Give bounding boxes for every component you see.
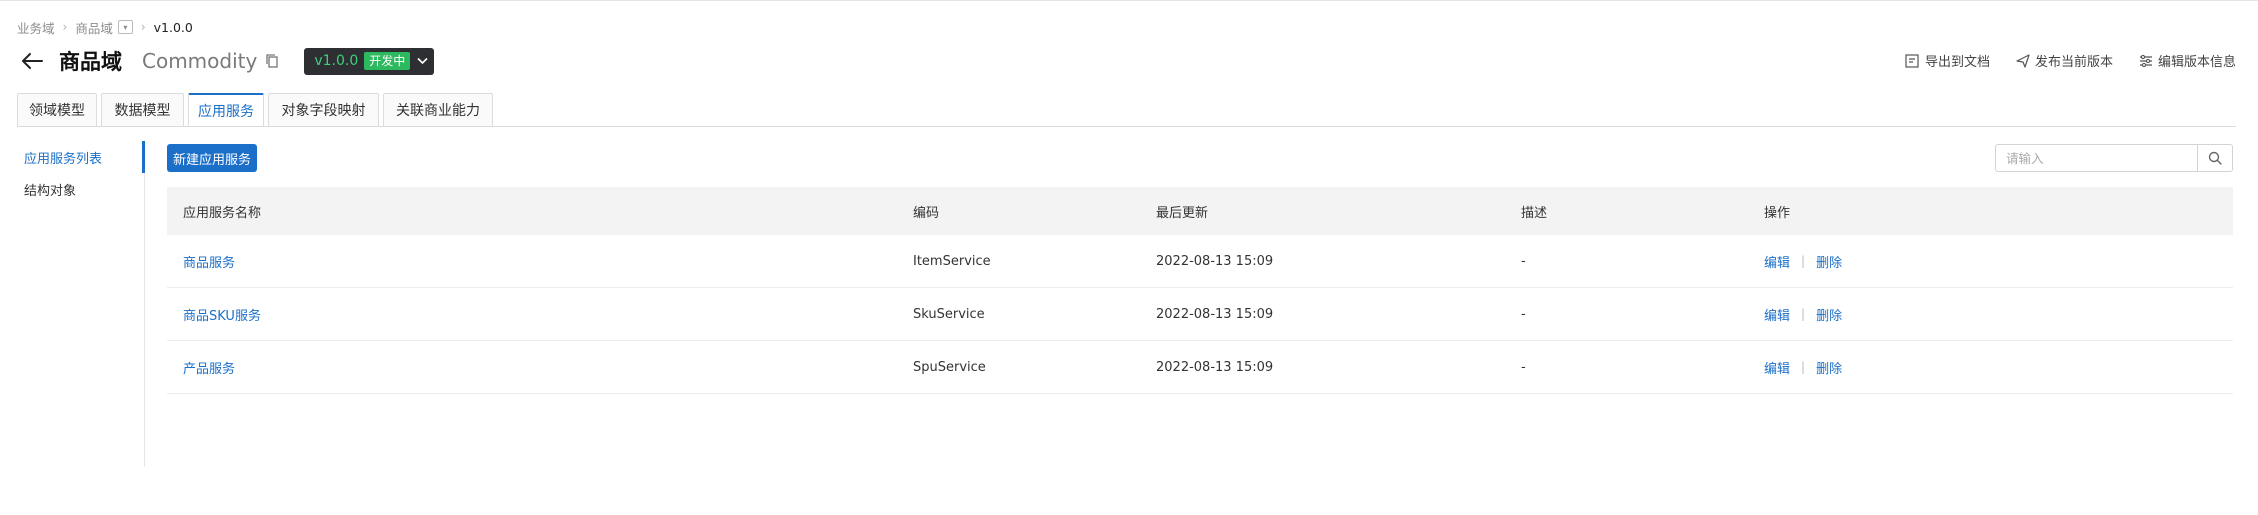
export-icon: [1905, 53, 1919, 68]
breadcrumb-separator-icon: ›: [62, 20, 68, 34]
column-header-updated: 最后更新: [1156, 205, 1209, 221]
row-actions: 编辑 | 删除: [1764, 305, 1842, 324]
service-desc: -: [1521, 253, 1526, 269]
header-actions: 导出到文档 发布当前版本 编辑版本信息: [1879, 51, 2236, 70]
table-header: 应用服务名称 编码 最后更新 描述 操作: [167, 187, 2233, 235]
action-divider: |: [1801, 254, 1806, 268]
breadcrumb-current: v1.0.0: [153, 19, 193, 35]
tab-field-mapping[interactable]: 对象字段映射: [268, 93, 379, 126]
action-divider: |: [1801, 360, 1806, 374]
edit-version-info-button[interactable]: 编辑版本信息: [2139, 51, 2236, 70]
edit-link[interactable]: 编辑: [1764, 305, 1790, 324]
back-arrow-icon[interactable]: [19, 48, 45, 74]
edit-link[interactable]: 编辑: [1764, 252, 1790, 271]
copy-icon[interactable]: [264, 53, 280, 69]
service-code: SpuService: [913, 359, 986, 375]
settings-sliders-icon: [2139, 54, 2152, 67]
edit-version-info-label: 编辑版本信息: [2157, 55, 2236, 70]
table-row: 商品SKU服务 SkuService 2022-08-13 15:09 - 编辑…: [167, 288, 2233, 341]
delete-link[interactable]: 删除: [1816, 305, 1842, 324]
page-subtitle-code: Commodity: [142, 49, 258, 73]
delete-link[interactable]: 删除: [1816, 358, 1842, 377]
app-service-table: 应用服务名称 编码 最后更新 描述 操作 商品服务 ItemService 20…: [167, 187, 2233, 394]
service-desc: -: [1521, 306, 1526, 322]
column-header-ops: 操作: [1764, 205, 1791, 221]
service-desc: -: [1521, 359, 1526, 375]
service-updated: 2022-08-13 15:09: [1156, 359, 1274, 375]
service-name-link[interactable]: 商品SKU服务: [183, 305, 261, 324]
page-title: 商品域: [59, 50, 122, 74]
search-icon[interactable]: [2197, 145, 2232, 171]
sidebar: 应用服务列表 结构对象: [0, 141, 145, 467]
export-doc-button[interactable]: 导出到文档: [1905, 51, 1990, 70]
delete-link[interactable]: 删除: [1816, 252, 1842, 271]
tab-domain-model[interactable]: 领域模型: [17, 93, 97, 126]
publish-version-label: 发布当前版本: [2034, 55, 2113, 70]
search-input[interactable]: [1996, 145, 2197, 171]
service-name-link[interactable]: 产品服务: [183, 358, 235, 377]
tab-bar: 领域模型 数据模型 应用服务 对象字段映射 关联商业能力: [17, 93, 497, 126]
service-updated: 2022-08-13 15:09: [1156, 306, 1274, 322]
page-header: 商品域 Commodity v1.0.0 开发中: [19, 44, 435, 78]
service-code: SkuService: [913, 306, 985, 322]
breadcrumb: 业务域 › 商品域 ▾ › v1.0.0: [17, 17, 193, 37]
tab-data-model[interactable]: 数据模型: [101, 93, 184, 126]
sidebar-item-struct-object[interactable]: 结构对象: [0, 173, 144, 205]
new-app-service-button[interactable]: 新建应用服务: [167, 144, 257, 172]
breadcrumb-item-business-domain[interactable]: 业务域: [17, 18, 55, 37]
table-row: 商品服务 ItemService 2022-08-13 15:09 - 编辑 |…: [167, 235, 2233, 288]
top-divider: [0, 0, 2258, 1]
action-divider: |: [1801, 307, 1806, 321]
send-icon: [2016, 53, 2030, 68]
column-header-desc: 描述: [1521, 205, 1548, 221]
tabs-divider: [17, 126, 2236, 127]
breadcrumb-separator-icon: ›: [140, 20, 146, 34]
service-code: ItemService: [913, 253, 991, 269]
breadcrumb-dropdown-icon[interactable]: ▾: [117, 20, 133, 34]
column-header-name: 应用服务名称: [183, 205, 262, 221]
tab-business-capability[interactable]: 关联商业能力: [383, 93, 493, 126]
column-header-code: 编码: [913, 205, 940, 221]
table-row: 产品服务 SpuService 2022-08-13 15:09 - 编辑 | …: [167, 341, 2233, 394]
search-box: [1995, 144, 2233, 172]
tab-app-service[interactable]: 应用服务: [188, 93, 264, 126]
sidebar-item-app-service-list[interactable]: 应用服务列表: [0, 141, 145, 173]
version-selector[interactable]: v1.0.0 开发中: [304, 47, 435, 75]
status-badge: 开发中: [364, 52, 411, 70]
service-updated: 2022-08-13 15:09: [1156, 253, 1274, 269]
edit-link[interactable]: 编辑: [1764, 358, 1790, 377]
row-actions: 编辑 | 删除: [1764, 252, 1842, 271]
service-name-link[interactable]: 商品服务: [183, 252, 235, 271]
version-label: v1.0.0: [314, 53, 359, 69]
export-doc-label: 导出到文档: [1924, 55, 1990, 70]
chevron-down-icon: [417, 57, 428, 65]
breadcrumb-item-commodity-domain[interactable]: 商品域: [75, 18, 113, 37]
row-actions: 编辑 | 删除: [1764, 358, 1842, 377]
publish-version-button[interactable]: 发布当前版本: [2016, 51, 2113, 70]
